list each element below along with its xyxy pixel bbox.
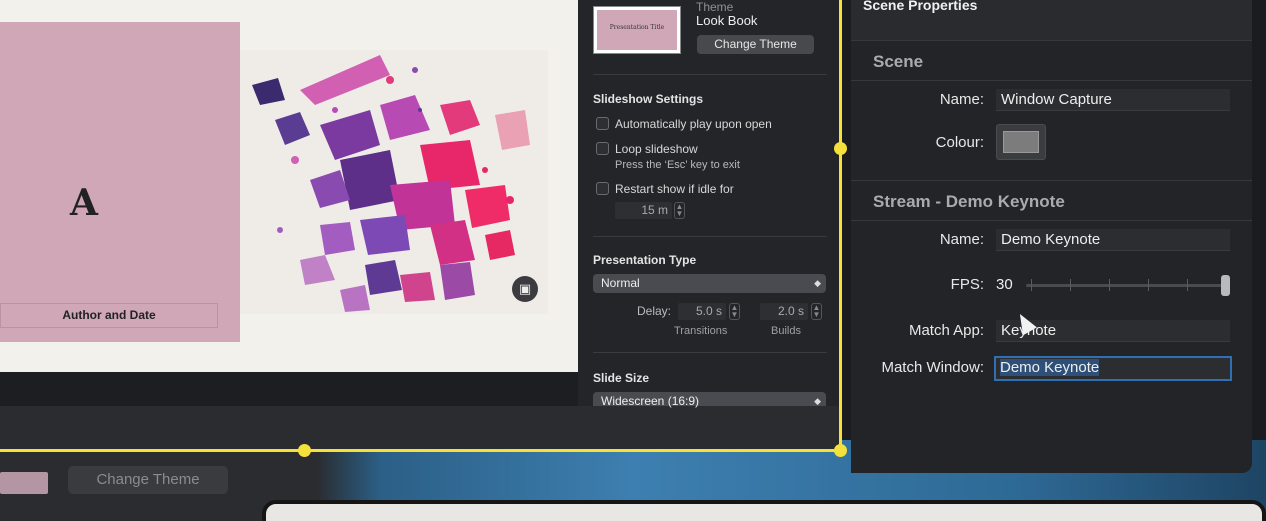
slide-canvas[interactable]: A Author and Date ▣: [0, 0, 578, 372]
scene-properties-title: Scene Properties: [863, 0, 978, 13]
divider: [593, 352, 827, 353]
background-change-theme-button: Change Theme: [68, 466, 228, 494]
stream-section-heading: Stream - Demo Keynote: [873, 192, 1065, 211]
slide-size-heading: Slide Size: [593, 371, 650, 385]
idle-minutes-field[interactable]: 15 m: [615, 202, 672, 219]
presentation-type-value: Normal: [601, 276, 640, 290]
match-window-selected-text: Demo Keynote: [1000, 359, 1100, 376]
slideshow-settings-heading: Slideshow Settings: [593, 92, 704, 106]
scene-section-heading: Scene: [873, 52, 924, 71]
change-theme-button[interactable]: Change Theme: [697, 35, 814, 54]
theme-thumbnail[interactable]: Presentation Title: [593, 6, 681, 54]
loop-slideshow-label: Loop slideshow: [615, 142, 698, 156]
selection-frame-right: [839, 0, 842, 452]
theme-label: Theme: [696, 0, 734, 14]
delay-label: Delay:: [637, 304, 672, 318]
slide-title-panel: A: [0, 22, 240, 342]
colour-swatch: [1003, 131, 1039, 153]
loop-slideshow-checkbox[interactable]: [596, 142, 609, 155]
keynote-capture[interactable]: A Author and Date ▣ Presentation Title T…: [0, 0, 840, 450]
chevron-updown-icon: ◆: [814, 396, 821, 406]
presentation-type-select[interactable]: Normal ◆: [593, 274, 826, 293]
fps-slider-knob[interactable]: [1221, 275, 1230, 296]
scene-properties-header: Scene Properties: [851, 0, 1252, 40]
match-window-label: Match Window:: [881, 359, 984, 376]
background-window: [262, 500, 1266, 521]
divider: [593, 74, 827, 75]
slide-size-value: Widescreen (16:9): [601, 394, 700, 408]
slide-photo[interactable]: ▣: [240, 50, 548, 314]
slider-tick: [1187, 279, 1188, 291]
slider-tick: [1109, 279, 1110, 291]
auto-play-checkbox[interactable]: [596, 117, 609, 130]
stream-name-label: Name:: [939, 231, 984, 248]
theme-thumbnail-title: Presentation Title: [597, 10, 677, 50]
builds-delay-stepper[interactable]: ▲ ▼: [811, 303, 822, 320]
fps-label: FPS:: [950, 276, 984, 293]
crushed-pigment-image: [252, 55, 530, 312]
selection-frame-bottom: [0, 449, 842, 452]
match-app-label: Match App:: [908, 322, 984, 339]
theme-name: Look Book: [696, 13, 758, 28]
scene-name-label: Name:: [939, 91, 984, 108]
media-replace-icon[interactable]: ▣: [512, 276, 538, 302]
keynote-bottom-bar: [0, 406, 840, 450]
divider: [851, 220, 1252, 221]
slide-size-select[interactable]: Widescreen (16:9) ◆: [593, 392, 826, 408]
auto-play-label: Automatically play upon open: [615, 117, 772, 131]
document-inspector: Presentation Title Theme Look Book Chang…: [578, 0, 840, 408]
scene-name-field[interactable]: Window Capture: [996, 89, 1230, 111]
fps-slider-track[interactable]: [1026, 284, 1226, 287]
idle-minutes-stepper[interactable]: ▲ ▼: [674, 202, 685, 219]
fps-value: 30: [996, 276, 1013, 293]
slide-canvas-bottom: [0, 372, 578, 406]
divider: [851, 80, 1252, 81]
transitions-delay-stepper[interactable]: ▲ ▼: [729, 303, 740, 320]
match-window-field[interactable]: Demo Keynote: [994, 356, 1232, 381]
chevron-updown-icon: ◆: [814, 278, 821, 288]
author-date-placeholder[interactable]: Author and Date: [0, 303, 218, 328]
stream-name-field[interactable]: Demo Keynote: [996, 229, 1230, 251]
builds-delay-field[interactable]: 2.0 s: [760, 303, 808, 320]
divider: [851, 180, 1252, 181]
slider-tick: [1031, 279, 1032, 291]
transitions-label: Transitions: [674, 325, 728, 337]
resize-handle-corner[interactable]: [834, 444, 847, 457]
builds-label: Builds: [771, 325, 801, 337]
divider: [593, 236, 827, 237]
loop-hint: Press the ‘Esc’ key to exit: [615, 159, 740, 171]
resize-handle-right[interactable]: [834, 142, 847, 155]
slider-tick: [1070, 279, 1071, 291]
background-theme-thumbnail: [0, 472, 48, 494]
resize-handle-bottom[interactable]: [298, 444, 311, 457]
scene-properties-panel: Scene Properties Scene Name: Window Capt…: [851, 0, 1252, 473]
restart-idle-label: Restart show if idle for: [615, 182, 734, 196]
colour-well[interactable]: [996, 124, 1046, 160]
presentation-type-heading: Presentation Type: [593, 253, 697, 267]
transitions-delay-field[interactable]: 5.0 s: [678, 303, 726, 320]
screen: Change Theme A Author and Date ▣ Present…: [0, 0, 1266, 521]
divider: [851, 40, 1252, 41]
colour-label: Colour:: [935, 134, 984, 151]
slider-tick: [1148, 279, 1149, 291]
restart-idle-checkbox[interactable]: [596, 182, 609, 195]
slide-initial-letter: A: [70, 182, 98, 224]
